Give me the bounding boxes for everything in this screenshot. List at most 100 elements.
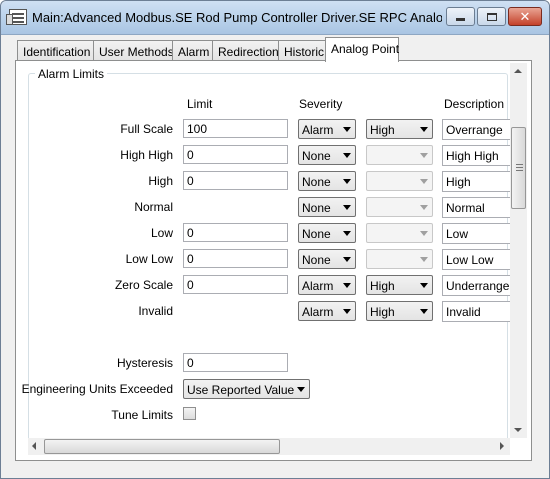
high-high-severity-select[interactable]: None	[298, 145, 356, 165]
tab-historic[interactable]: Historic	[278, 40, 326, 61]
normal-priority-select	[366, 197, 433, 217]
full-scale-description-input[interactable]: Overrange	[442, 119, 510, 140]
low-low-severity-value: None	[302, 253, 331, 267]
chevron-down-icon	[420, 283, 428, 288]
maximize-button[interactable]	[477, 7, 506, 26]
tab-identification[interactable]: Identification	[17, 40, 94, 61]
chevron-down-icon	[343, 309, 351, 314]
high-severity-select[interactable]: None	[298, 171, 356, 191]
high-description-input[interactable]: High	[442, 171, 510, 192]
row-label-normal: Normal	[134, 200, 173, 214]
vertical-scrollbar[interactable]	[510, 63, 527, 438]
high-priority-select	[366, 171, 433, 191]
chevron-down-icon	[297, 387, 305, 392]
limit-header: Limit	[187, 97, 213, 111]
scroll-right-icon[interactable]	[500, 442, 504, 450]
high-severity-value: None	[302, 175, 331, 189]
low-low-limit-input[interactable]: 0	[183, 249, 288, 268]
severity-header: Severity	[299, 97, 343, 111]
dialog-window: Main:Advanced Modbus.SE Rod Pump Control…	[0, 0, 550, 479]
chevron-down-icon	[420, 309, 428, 314]
normal-severity-value: None	[302, 201, 331, 215]
row-label-low: Low	[150, 226, 173, 240]
hysteresis-label: Hysteresis	[116, 356, 173, 370]
chevron-down-icon	[343, 153, 351, 158]
row-label-high: High	[148, 174, 173, 188]
full-scale-severity-select[interactable]: Alarm	[298, 119, 356, 139]
title-bar[interactable]: Main:Advanced Modbus.SE Rod Pump Control…	[1, 1, 549, 35]
config-list-icon	[6, 9, 27, 25]
tab-redirection[interactable]: Redirection	[212, 40, 279, 61]
scroll-up-icon[interactable]	[514, 69, 522, 73]
tab-user-methods[interactable]: User Methods	[93, 40, 174, 61]
tab-alarm[interactable]: Alarm	[172, 40, 213, 61]
chevron-down-icon	[420, 257, 428, 262]
high-high-description-input[interactable]: High High	[442, 145, 510, 166]
chevron-down-icon	[420, 153, 428, 158]
chevron-down-icon	[343, 179, 351, 184]
zero-scale-description-input[interactable]: Underrange	[442, 275, 510, 296]
chevron-down-icon	[420, 205, 428, 210]
high-high-severity-value: None	[302, 149, 331, 163]
row-label-invalid: Invalid	[138, 304, 173, 318]
normal-description-input[interactable]: Normal	[442, 197, 510, 218]
zero-scale-severity-select[interactable]: Alarm	[298, 275, 356, 295]
low-low-priority-select	[366, 249, 433, 269]
chevron-down-icon	[343, 127, 351, 132]
grip-line	[516, 164, 523, 165]
low-severity-value: None	[302, 227, 331, 241]
horizontal-scroll-thumb[interactable]	[44, 439, 280, 454]
low-low-description-input[interactable]: Low Low	[442, 249, 510, 270]
full-scale-priority-select[interactable]: High	[366, 119, 433, 139]
invalid-severity-select[interactable]: Alarm	[298, 301, 356, 321]
invalid-priority-value: High	[370, 305, 395, 319]
full-scale-priority-value: High	[370, 123, 395, 137]
minimize-button[interactable]	[446, 7, 475, 26]
tune-limits-label: Tune Limits	[111, 408, 173, 422]
row-label-low-low: Low Low	[125, 252, 173, 266]
engineering-units-exceeded-label: Engineering Units Exceeded	[21, 382, 173, 396]
zero-scale-priority-select[interactable]: High	[366, 275, 433, 295]
window-title: Main:Advanced Modbus.SE Rod Pump Control…	[32, 10, 442, 25]
zero-scale-priority-value: High	[370, 279, 395, 293]
full-scale-limit-input[interactable]: 100	[183, 119, 288, 138]
horizontal-scrollbar[interactable]	[28, 438, 510, 455]
scroll-down-icon[interactable]	[514, 428, 522, 432]
zero-scale-limit-input[interactable]: 0	[183, 275, 288, 294]
invalid-severity-value: Alarm	[302, 305, 334, 319]
row-label-full-scale: Full Scale	[120, 122, 173, 136]
tune-limits-checkbox[interactable]	[183, 407, 196, 420]
maximize-icon	[486, 12, 497, 21]
row-label-high-high: High High	[120, 148, 173, 162]
high-high-limit-input[interactable]: 0	[183, 145, 288, 164]
chevron-down-icon	[420, 231, 428, 236]
vertical-scroll-thumb[interactable]	[511, 127, 526, 209]
chevron-down-icon	[343, 257, 351, 262]
normal-severity-select[interactable]: None	[298, 197, 356, 217]
grip-line	[516, 167, 523, 168]
tab-analog-point[interactable]: Analog Point	[325, 37, 399, 62]
scroll-left-icon[interactable]	[32, 442, 36, 450]
low-severity-select[interactable]: None	[298, 223, 356, 243]
engineering-units-exceeded-select[interactable]: Use Reported Value	[183, 379, 310, 399]
chevron-down-icon	[343, 205, 351, 210]
alarm-limits-title: Alarm Limits	[35, 67, 108, 81]
high-limit-input[interactable]: 0	[183, 171, 288, 190]
hysteresis-input[interactable]: 0	[183, 353, 288, 372]
low-low-severity-select[interactable]: None	[298, 249, 356, 269]
low-limit-input[interactable]: 0	[183, 223, 288, 242]
chevron-down-icon	[420, 127, 428, 132]
close-icon: ✕	[519, 9, 531, 24]
close-button[interactable]: ✕	[508, 7, 542, 26]
chevron-down-icon	[343, 283, 351, 288]
chevron-down-icon	[343, 231, 351, 236]
low-description-input[interactable]: Low	[442, 223, 510, 244]
chevron-down-icon	[420, 179, 428, 184]
row-label-zero-scale: Zero Scale	[114, 278, 173, 292]
low-priority-select	[366, 223, 433, 243]
description-header: Description	[444, 97, 505, 111]
full-scale-severity-value: Alarm	[302, 123, 334, 137]
invalid-priority-select[interactable]: High	[366, 301, 433, 321]
high-high-priority-select	[366, 145, 433, 165]
invalid-description-input[interactable]: Invalid	[442, 301, 510, 322]
